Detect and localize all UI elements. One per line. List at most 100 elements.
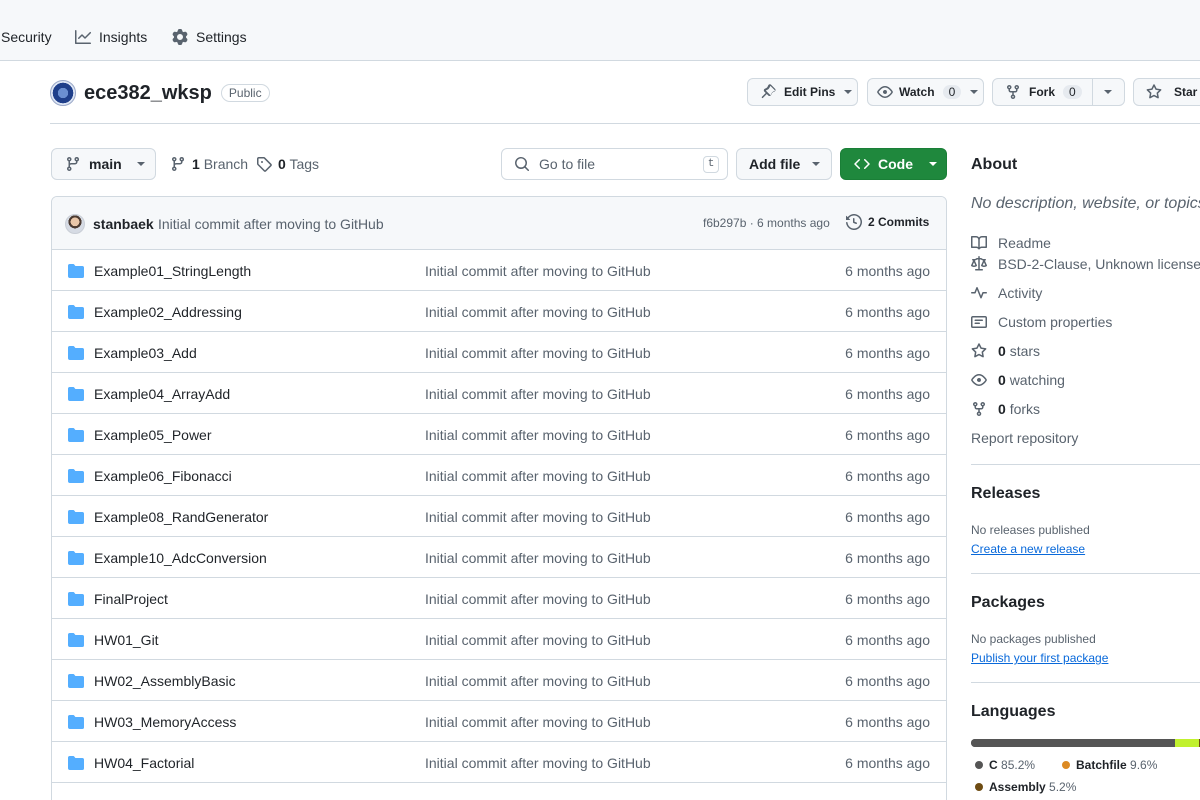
language-name: Assembly — [989, 780, 1046, 794]
file-name[interactable]: Example01_StringLength — [94, 263, 251, 279]
file-commit-date: 6 months ago — [845, 304, 930, 320]
file-commit-message[interactable]: Initial commit after moving to GitHub — [425, 632, 651, 648]
table-row[interactable]: Example06_Fibonacci Initial commit after … — [52, 455, 946, 496]
file-name[interactable]: HW03_MemoryAccess — [94, 714, 236, 730]
nav-settings[interactable]: Settings — [172, 26, 247, 48]
file-name[interactable]: Example08_RandGenerator — [94, 509, 268, 525]
file-name[interactable]: HW02_AssemblyBasic — [94, 673, 236, 689]
code-label: Code — [878, 156, 913, 172]
fork-button[interactable]: Fork 0 — [992, 78, 1125, 106]
table-row[interactable]: Example03_Add Initial commit after moving… — [52, 332, 946, 373]
language-item[interactable]: C 85.2% — [975, 758, 1035, 772]
table-row[interactable]: HW03_MemoryAccess Initial commit after mo… — [52, 701, 946, 742]
stars-count: 0 — [998, 343, 1006, 359]
table-row[interactable]: Example01_StringLength Initial commit aft… — [52, 250, 946, 291]
forks-link[interactable]: 0 forks — [971, 401, 1040, 417]
edit-pins-button[interactable]: Edit Pins — [747, 78, 858, 106]
custom-properties-link[interactable]: Custom properties — [971, 314, 1112, 330]
stars-label: stars — [1009, 343, 1041, 359]
repo-name[interactable]: ece382_wksp — [84, 82, 212, 105]
star-button[interactable]: Star — [1133, 78, 1200, 106]
file-commit-date: 6 months ago — [845, 673, 930, 689]
commits-history-link[interactable]: 2 Commits — [846, 214, 929, 230]
table-row[interactable]: Example05_Power Initial commit after movi… — [52, 414, 946, 455]
language-item[interactable]: Batchfile 9.6% — [1062, 758, 1157, 772]
file-commit-message[interactable]: Initial commit after moving to GitHub — [425, 386, 651, 402]
table-row[interactable]: HW01_Git Initial commit after moving to G… — [52, 619, 946, 660]
report-repository-link[interactable]: Report repository — [971, 430, 1078, 446]
file-name[interactable]: HW04_Factorial — [94, 755, 194, 771]
chevron-down-icon — [844, 90, 853, 94]
table-row[interactable]: Example10_AdcConversion Initial commit af… — [52, 537, 946, 578]
file-name[interactable]: Example10_AdcConversion — [94, 550, 267, 566]
create-release-link[interactable]: Create a new release — [971, 542, 1085, 556]
watching-link[interactable]: 0 watching — [971, 372, 1065, 388]
watch-count: 0 — [942, 85, 962, 99]
file-name[interactable]: Example03_Add — [94, 345, 197, 361]
table-row[interactable]: HW04_Factorial Initial commit after movin… — [52, 742, 946, 783]
table-row[interactable]: Example08_RandGenerator Initial commit af… — [52, 496, 946, 537]
activity-label: Activity — [998, 285, 1043, 301]
go-to-file-search[interactable]: t — [501, 148, 728, 180]
file-commit-message[interactable]: Initial commit after moving to GitHub — [425, 755, 651, 771]
table-row[interactable]: Example02_Addressing Initial commit after… — [52, 291, 946, 332]
sidebar-divider — [971, 682, 1200, 683]
file-name[interactable]: FinalProject — [94, 591, 168, 607]
file-commit-message[interactable]: Initial commit after moving to GitHub — [425, 673, 651, 689]
language-item[interactable]: Assembly 5.2% — [975, 780, 1076, 794]
publish-package-link[interactable]: Publish your first package — [971, 651, 1108, 665]
file-commit-message[interactable]: Initial commit after moving to GitHub — [425, 714, 651, 730]
tags-label: Tags — [289, 156, 320, 172]
language-name: C — [989, 758, 998, 772]
file-commit-message[interactable]: Initial commit after moving to GitHub — [425, 345, 651, 361]
commit-message[interactable]: Initial commit after moving to GitHub — [158, 216, 384, 232]
search-input[interactable] — [539, 156, 689, 172]
table-row[interactable]: FinalProject Initial commit after moving … — [52, 578, 946, 619]
chevron-down-icon[interactable] — [1104, 90, 1112, 94]
add-file-label: Add file — [749, 156, 801, 172]
shortcut-key: t — [703, 156, 719, 173]
stars-link[interactable]: 0 stars — [971, 343, 1040, 359]
nav-security[interactable]: Security — [1, 26, 52, 48]
branch-selector[interactable]: main — [51, 148, 156, 180]
file-commit-message[interactable]: Initial commit after moving to GitHub — [425, 550, 651, 566]
packages-title[interactable]: Packages — [971, 594, 1045, 612]
license-link[interactable]: BSD-2-Clause, Unknown licenses — [971, 256, 1200, 272]
language-dot — [975, 783, 983, 791]
eye-icon — [971, 372, 987, 388]
commit-author[interactable]: stanbaek — [93, 216, 154, 232]
branches-link[interactable]: 1 Branch — [170, 156, 248, 172]
code-button[interactable]: Code — [840, 148, 947, 180]
fork-count: 0 — [1063, 85, 1082, 99]
file-commit-message[interactable]: Initial commit after moving to GitHub — [425, 591, 651, 607]
commit-hash-time[interactable]: f6b297b · 6 months ago — [703, 216, 830, 230]
activity-link[interactable]: Activity — [971, 285, 1042, 301]
nav-insights[interactable]: Insights — [75, 26, 147, 48]
tags-link[interactable]: 0 Tags — [256, 156, 319, 172]
readme-label: Readme — [998, 235, 1051, 251]
chevron-down-icon — [812, 162, 821, 166]
readme-link[interactable]: Readme — [971, 235, 1051, 251]
releases-title[interactable]: Releases — [971, 485, 1040, 503]
table-row[interactable]: HW02_AssemblyBasic Initial commit after m… — [52, 660, 946, 701]
git-branch-icon — [65, 156, 81, 172]
file-commit-message[interactable]: Initial commit after moving to GitHub — [425, 304, 651, 320]
folder-icon — [68, 714, 84, 730]
watch-button[interactable]: Watch 0 — [867, 78, 984, 106]
file-commit-message[interactable]: Initial commit after moving to GitHub — [425, 509, 651, 525]
file-name[interactable]: Example05_Power — [94, 427, 212, 443]
avatar[interactable] — [65, 214, 85, 234]
file-commit-message[interactable]: Initial commit after moving to GitHub — [425, 468, 651, 484]
file-commit-message[interactable]: Initial commit after moving to GitHub — [425, 427, 651, 443]
file-name[interactable]: Example06_Fibonacci — [94, 468, 232, 484]
add-file-button[interactable]: Add file — [736, 148, 832, 180]
language-percent: 85.2% — [1001, 758, 1036, 772]
branches-count: 1 — [192, 156, 200, 172]
folder-icon — [68, 263, 84, 279]
table-row[interactable]: Example04_ArrayAdd Initial commit after m… — [52, 373, 946, 414]
file-commit-message[interactable]: Initial commit after moving to GitHub — [425, 263, 651, 279]
file-name[interactable]: Example02_Addressing — [94, 304, 242, 320]
repo-owner-avatar[interactable] — [50, 80, 76, 106]
file-name[interactable]: Example04_ArrayAdd — [94, 386, 230, 402]
file-name[interactable]: HW01_Git — [94, 632, 159, 648]
